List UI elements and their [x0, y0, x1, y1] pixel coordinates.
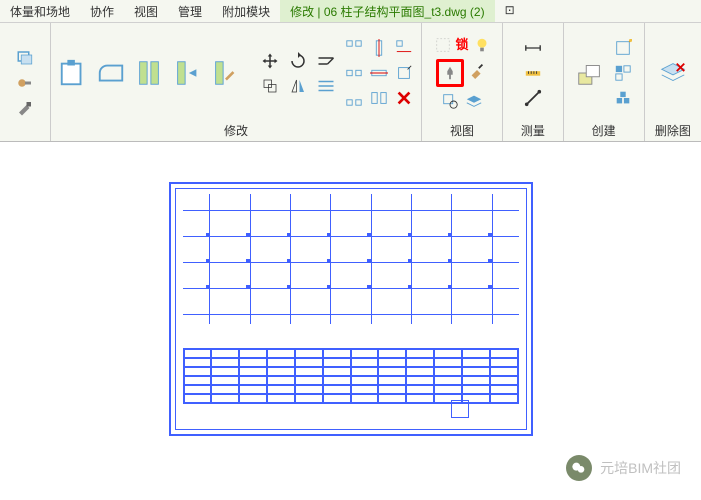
panel-measure: 测量 [503, 23, 564, 141]
panel-view-label: 视图 [450, 119, 474, 139]
family-icon[interactable] [612, 37, 634, 59]
properties-icon[interactable] [14, 47, 36, 69]
panel-measure-label: 测量 [521, 119, 545, 139]
layers-icon[interactable] [463, 90, 485, 112]
pin-icon[interactable] [436, 59, 464, 87]
rotate-icon[interactable] [287, 50, 309, 72]
title-block [183, 348, 519, 428]
move-icon[interactable] [259, 50, 281, 72]
menu-panel-toggle[interactable]: ⊡ [495, 0, 525, 22]
hammer-icon[interactable] [14, 97, 36, 119]
panel-tools [0, 23, 51, 141]
brush-icon[interactable] [466, 59, 488, 81]
measure-line-icon[interactable] [522, 87, 544, 109]
copy-icon[interactable] [259, 75, 281, 97]
ribbon: 修改 锁 视图 [0, 23, 701, 142]
select-arrow-icon[interactable] [171, 57, 203, 89]
lightbulb-icon[interactable] [471, 34, 493, 56]
align-4-icon[interactable] [343, 62, 365, 84]
watermark-text: 元培BIM社团 [600, 458, 681, 478]
panel-create: 创建 [564, 23, 645, 141]
align-3-icon[interactable] [393, 37, 415, 59]
menu-collaborate[interactable]: 协作 [80, 0, 124, 22]
menu-addins[interactable]: 附加模块 [212, 0, 280, 22]
trim-icon[interactable] [315, 50, 337, 72]
menu-view[interactable]: 视图 [124, 0, 168, 22]
ruler-icon[interactable] [522, 62, 544, 84]
paste-icon[interactable] [57, 57, 89, 89]
menubar: 体量和场地 协作 视图 管理 附加模块 修改 | 06 柱子结构平面图_t3.d… [0, 0, 701, 23]
panel-delete: 删除图 [645, 23, 701, 141]
mirror-icon[interactable] [287, 75, 309, 97]
create-similar-icon[interactable] [574, 57, 606, 89]
offset-icon[interactable] [315, 75, 337, 97]
align-8-icon[interactable] [368, 87, 390, 109]
delete-icon[interactable] [393, 87, 415, 109]
align-5-icon[interactable] [368, 62, 390, 84]
align-6-icon[interactable] [393, 62, 415, 84]
menu-mass-site[interactable]: 体量和场地 [0, 0, 80, 22]
edit-icon[interactable] [209, 57, 241, 89]
align-1-icon[interactable] [343, 37, 365, 59]
menu-manage[interactable]: 管理 [168, 0, 212, 22]
menu-modify-context[interactable]: 修改 | 06 柱子结构平面图_t3.dwg (2) [280, 0, 495, 22]
drawing-grid [183, 194, 519, 324]
group-icon[interactable] [612, 62, 634, 84]
delete-layers-icon[interactable] [657, 57, 689, 89]
cope-icon[interactable] [95, 57, 127, 89]
wechat-icon [566, 455, 592, 481]
align-grid [343, 37, 415, 109]
panel-view: 锁 视图 [422, 23, 503, 141]
align-7-icon[interactable] [343, 87, 365, 109]
query-icon[interactable] [439, 90, 461, 112]
panel-modify: 修改 [51, 23, 422, 141]
drawing-frame [169, 182, 533, 436]
align-2-icon[interactable] [368, 37, 390, 59]
wall-icon[interactable] [133, 57, 165, 89]
panel-delete-label: 删除图 [655, 119, 691, 139]
dimension-icon[interactable] [522, 37, 544, 59]
canvas[interactable]: 元培BIM社团 [0, 142, 701, 496]
assembly-icon[interactable] [612, 87, 634, 109]
panel-create-label: 创建 [592, 119, 616, 139]
watermark: 元培BIM社团 [566, 455, 681, 481]
lock-label: 锁 [456, 34, 469, 53]
paint-icon[interactable] [14, 72, 36, 94]
panel-modify-label: 修改 [224, 119, 248, 139]
hide-icon[interactable] [432, 34, 454, 56]
